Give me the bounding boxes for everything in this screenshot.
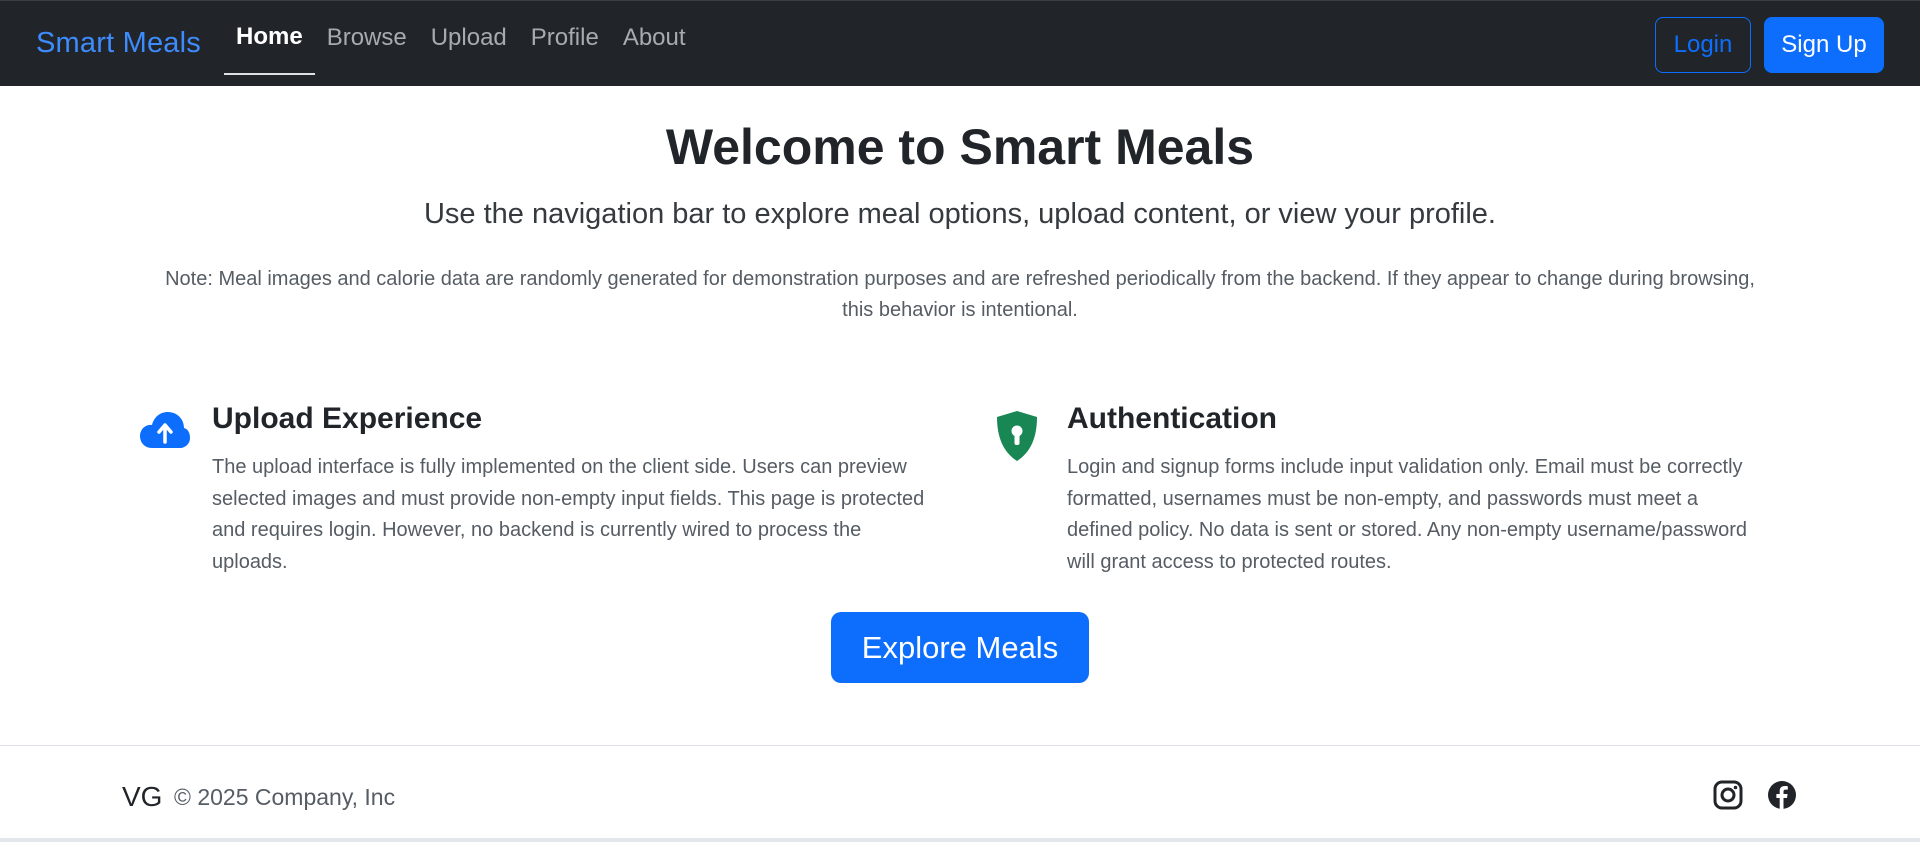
- nav-profile[interactable]: Profile: [519, 1, 611, 75]
- brand-link[interactable]: Smart Meals: [36, 27, 201, 60]
- login-button[interactable]: Login: [1655, 17, 1751, 73]
- footer-logo[interactable]: VG: [122, 781, 162, 813]
- nav-upload[interactable]: Upload: [419, 1, 519, 75]
- feature-auth-text: Login and signup forms include input val…: [1067, 456, 1747, 573]
- hero-note: Note: Meal images and calorie data are r…: [165, 268, 1755, 321]
- instagram-icon[interactable]: [1711, 778, 1745, 812]
- feature-upload-text: The upload interface is fully implemente…: [212, 456, 925, 573]
- nav-browse[interactable]: Browse: [315, 1, 419, 75]
- facebook-icon[interactable]: [1765, 778, 1799, 812]
- footer: VG © 2025 Company, Inc: [0, 745, 1920, 842]
- shield-lock-icon: [995, 410, 1039, 467]
- nav-links: Home Browse Upload Profile About: [224, 1, 698, 87]
- page-title: Welcome to Smart Meals: [665, 119, 1255, 175]
- explore-meals-button[interactable]: Explore Meals: [831, 612, 1089, 683]
- footer-copyright: © 2025 Company, Inc: [174, 784, 396, 810]
- cloud-upload-icon: [140, 410, 190, 455]
- top-navbar: Smart Meals Home Browse Upload Profile A…: [0, 0, 1920, 86]
- feature-upload-title: Upload Experience: [212, 402, 483, 435]
- nav-about[interactable]: About: [611, 1, 698, 75]
- signup-button[interactable]: Sign Up: [1764, 17, 1884, 73]
- bottom-scroll-strip: [0, 838, 1920, 842]
- nav-home[interactable]: Home: [224, 1, 315, 75]
- hero-lead: Use the navigation bar to explore meal o…: [423, 198, 1496, 230]
- feature-auth-title: Authentication: [1067, 402, 1277, 435]
